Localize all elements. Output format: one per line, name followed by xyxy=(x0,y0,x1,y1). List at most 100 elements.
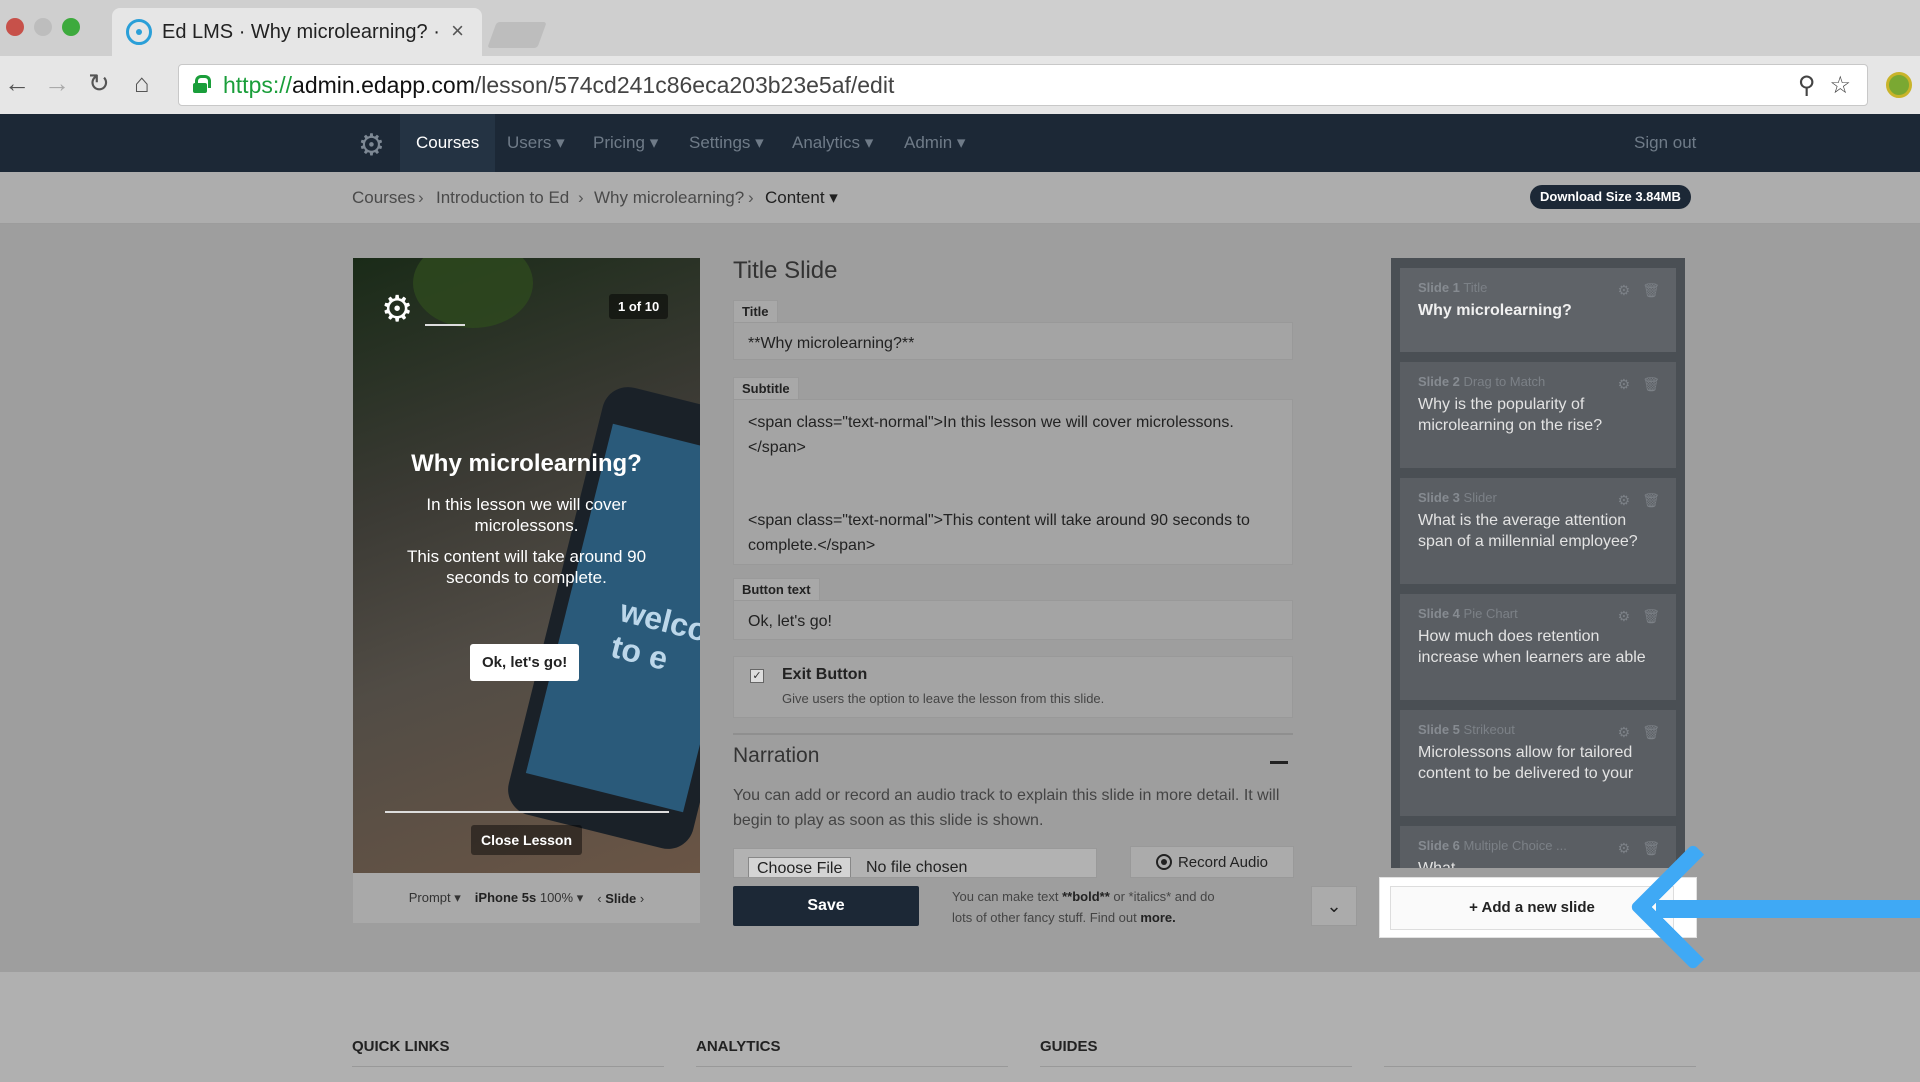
preview-gear-icon: ⚙ xyxy=(381,288,414,329)
subtitle-line: <span class="text-normal">This content w… xyxy=(748,512,1250,529)
extension-icon[interactable] xyxy=(1886,72,1912,98)
slide-nav[interactable]: ‹ Slide › xyxy=(597,891,644,906)
footer-quick-links-heading: QUICK LINKS xyxy=(352,1038,450,1055)
button-text-input[interactable]: Ok, let's go! xyxy=(733,600,1293,640)
address-bar[interactable]: https://admin.edapp.com/lesson/574cd241c… xyxy=(178,64,1868,106)
zoom-icon[interactable]: ⚲ xyxy=(1798,71,1816,100)
slide-item[interactable]: Slide 4 Pie Chart How much does retentio… xyxy=(1400,594,1676,700)
preview-start-button[interactable]: Ok, let's go! xyxy=(470,644,580,681)
slide-settings-icon[interactable]: ⚙ xyxy=(1618,492,1631,509)
nav-settings[interactable]: Settings ▾ xyxy=(689,114,764,172)
slide-item[interactable]: Slide 2 Drag to Match Why is the popular… xyxy=(1400,362,1676,468)
nav-analytics[interactable]: Analytics ▾ xyxy=(792,114,873,172)
choose-file-button[interactable]: Choose File xyxy=(748,857,852,877)
slide-delete-icon[interactable]: 🗑 xyxy=(1642,282,1660,299)
slide-delete-icon[interactable]: 🗑 xyxy=(1642,840,1660,857)
nav-admin[interactable]: Admin ▾ xyxy=(904,114,965,172)
breadcrumb-separator: › xyxy=(748,188,754,207)
nav-courses[interactable]: Courses xyxy=(400,114,496,172)
subtitle-line: complete.</span> xyxy=(748,537,876,554)
sign-out-link[interactable]: Sign out xyxy=(1634,114,1696,172)
collapse-narration-icon[interactable] xyxy=(1270,761,1288,764)
browser-tab[interactable]: Ed LMS · Why microlearning? · × xyxy=(112,8,482,56)
slide-title: Why is the popularity of microlearning o… xyxy=(1418,396,1603,434)
preview-toolbar: Prompt ▾ iPhone 5s 100% ▾ ‹ Slide › xyxy=(353,873,700,923)
bookmark-star-icon[interactable]: ☆ xyxy=(1829,71,1851,100)
more-link[interactable]: more. xyxy=(1140,910,1175,925)
minimize-window-icon[interactable] xyxy=(34,18,52,36)
slide-delete-icon[interactable]: 🗑 xyxy=(1642,608,1660,625)
record-audio-label: Record Audio xyxy=(1177,853,1269,871)
slide-type: Slider xyxy=(1463,490,1497,505)
breadcrumb-content[interactable]: Content ▾ xyxy=(765,188,838,208)
slide-list: Slide 1 Title Why microlearning? ⚙ 🗑 Slid… xyxy=(1391,258,1685,868)
section-divider xyxy=(733,733,1293,735)
slide-number: Slide 2 xyxy=(1418,374,1460,389)
prev-slide-icon[interactable]: ‹ xyxy=(597,891,601,906)
browser-chrome: Ed LMS · Why microlearning? · × ← → ↻ ⌂ … xyxy=(0,0,1920,114)
tab-close-icon[interactable]: × xyxy=(451,18,464,44)
exit-button-description: Give users the option to leave the lesso… xyxy=(782,691,1105,706)
slide-item[interactable]: Slide 3 Slider What is the average atten… xyxy=(1400,478,1676,584)
favicon-icon xyxy=(126,19,152,45)
preview-subtitle-1: In this lesson we will cover microlesson… xyxy=(426,495,627,535)
preview-close-lesson-button[interactable]: Close Lesson xyxy=(471,825,583,855)
next-slide-icon[interactable]: › xyxy=(640,891,644,906)
formatting-hint: You can make text **bold** or *italics* … xyxy=(952,886,1232,928)
device-dropdown[interactable]: iPhone 5s 100% ▾ xyxy=(475,890,583,906)
breadcrumb-separator: › xyxy=(578,188,584,207)
logo-gear-icon[interactable]: ⚙ xyxy=(358,128,385,163)
background-plant xyxy=(413,258,533,328)
breadcrumb-courses[interactable]: Courses xyxy=(352,188,415,208)
back-icon[interactable]: ← xyxy=(4,68,30,99)
slide-settings-icon[interactable]: ⚙ xyxy=(1618,724,1631,741)
slide-number: Slide 4 xyxy=(1418,606,1460,621)
slide-preview: welco to e ⚙ 1 of 10 Why microlearning? … xyxy=(353,258,700,873)
nav-users[interactable]: Users ▾ xyxy=(507,114,565,172)
save-button[interactable]: Save xyxy=(733,886,919,926)
reload-icon[interactable]: ↻ xyxy=(88,68,110,99)
record-audio-button[interactable]: Record Audio xyxy=(1130,846,1294,878)
slide-title: What is the average attention span of a … xyxy=(1418,512,1638,550)
subtitle-textarea[interactable]: <span class="text-normal">In this lesson… xyxy=(733,399,1293,565)
slide-delete-icon[interactable]: 🗑 xyxy=(1642,724,1660,741)
slide-number: Slide 3 xyxy=(1418,490,1460,505)
footer-divider xyxy=(352,1066,664,1067)
slide-item[interactable]: Slide 6 Multiple Choice ... What... ⚙ 🗑 xyxy=(1400,826,1676,868)
slide-settings-icon[interactable]: ⚙ xyxy=(1618,608,1631,625)
slide-delete-icon[interactable]: 🗑 xyxy=(1642,492,1660,509)
breadcrumb-course[interactable]: Introduction to Ed xyxy=(436,188,569,208)
title-input[interactable]: **Why microlearning?** xyxy=(733,322,1293,360)
new-tab-button[interactable] xyxy=(487,22,547,48)
breadcrumb-lesson[interactable]: Why microlearning? xyxy=(594,188,744,208)
slide-settings-icon[interactable]: ⚙ xyxy=(1618,282,1631,299)
hint-prefix: You can make text xyxy=(952,889,1063,904)
exit-button-checkbox[interactable]: ✓ xyxy=(750,669,764,683)
prompt-dropdown[interactable]: Prompt ▾ xyxy=(409,890,461,906)
maximize-window-icon[interactable] xyxy=(62,18,80,36)
home-icon[interactable]: ⌂ xyxy=(134,68,150,99)
slide-settings-icon[interactable]: ⚙ xyxy=(1618,376,1631,393)
url-path: /lesson/574cd241c86eca203b23e5af/edit xyxy=(474,71,895,98)
audio-file-input[interactable]: Choose File No file chosen xyxy=(733,848,1097,878)
slide-title: Why microlearning? xyxy=(1418,302,1572,319)
slide-title: How much does retention increase when le… xyxy=(1418,628,1646,666)
record-icon xyxy=(1155,854,1172,870)
nav-pricing[interactable]: Pricing ▾ xyxy=(593,114,658,172)
button-text-label: Button text xyxy=(733,578,820,600)
close-window-icon[interactable] xyxy=(6,18,24,36)
slide-delete-icon[interactable]: 🗑 xyxy=(1642,376,1660,393)
browser-toolbar: ← → ↻ ⌂ https://admin.edapp.com/lesson/5… xyxy=(0,56,1920,114)
footer-guides-heading: GUIDES xyxy=(1040,1038,1098,1055)
slide-item[interactable]: Slide 5 Strikeout Microlessons allow for… xyxy=(1400,710,1676,816)
more-options-button[interactable]: ⌄ xyxy=(1311,886,1357,926)
editor-heading: Title Slide xyxy=(733,257,838,284)
slide-number: Slide 5 xyxy=(1418,722,1460,737)
slide-item[interactable]: Slide 1 Title Why microlearning? ⚙ 🗑 xyxy=(1400,268,1676,352)
url-scheme: https:// xyxy=(223,71,293,98)
forward-icon[interactable]: → xyxy=(44,68,70,99)
narration-heading: Narration xyxy=(733,744,820,767)
preview-close-divider xyxy=(385,811,669,813)
slide-type: Title xyxy=(1463,280,1488,295)
slide-settings-icon[interactable]: ⚙ xyxy=(1618,840,1631,857)
